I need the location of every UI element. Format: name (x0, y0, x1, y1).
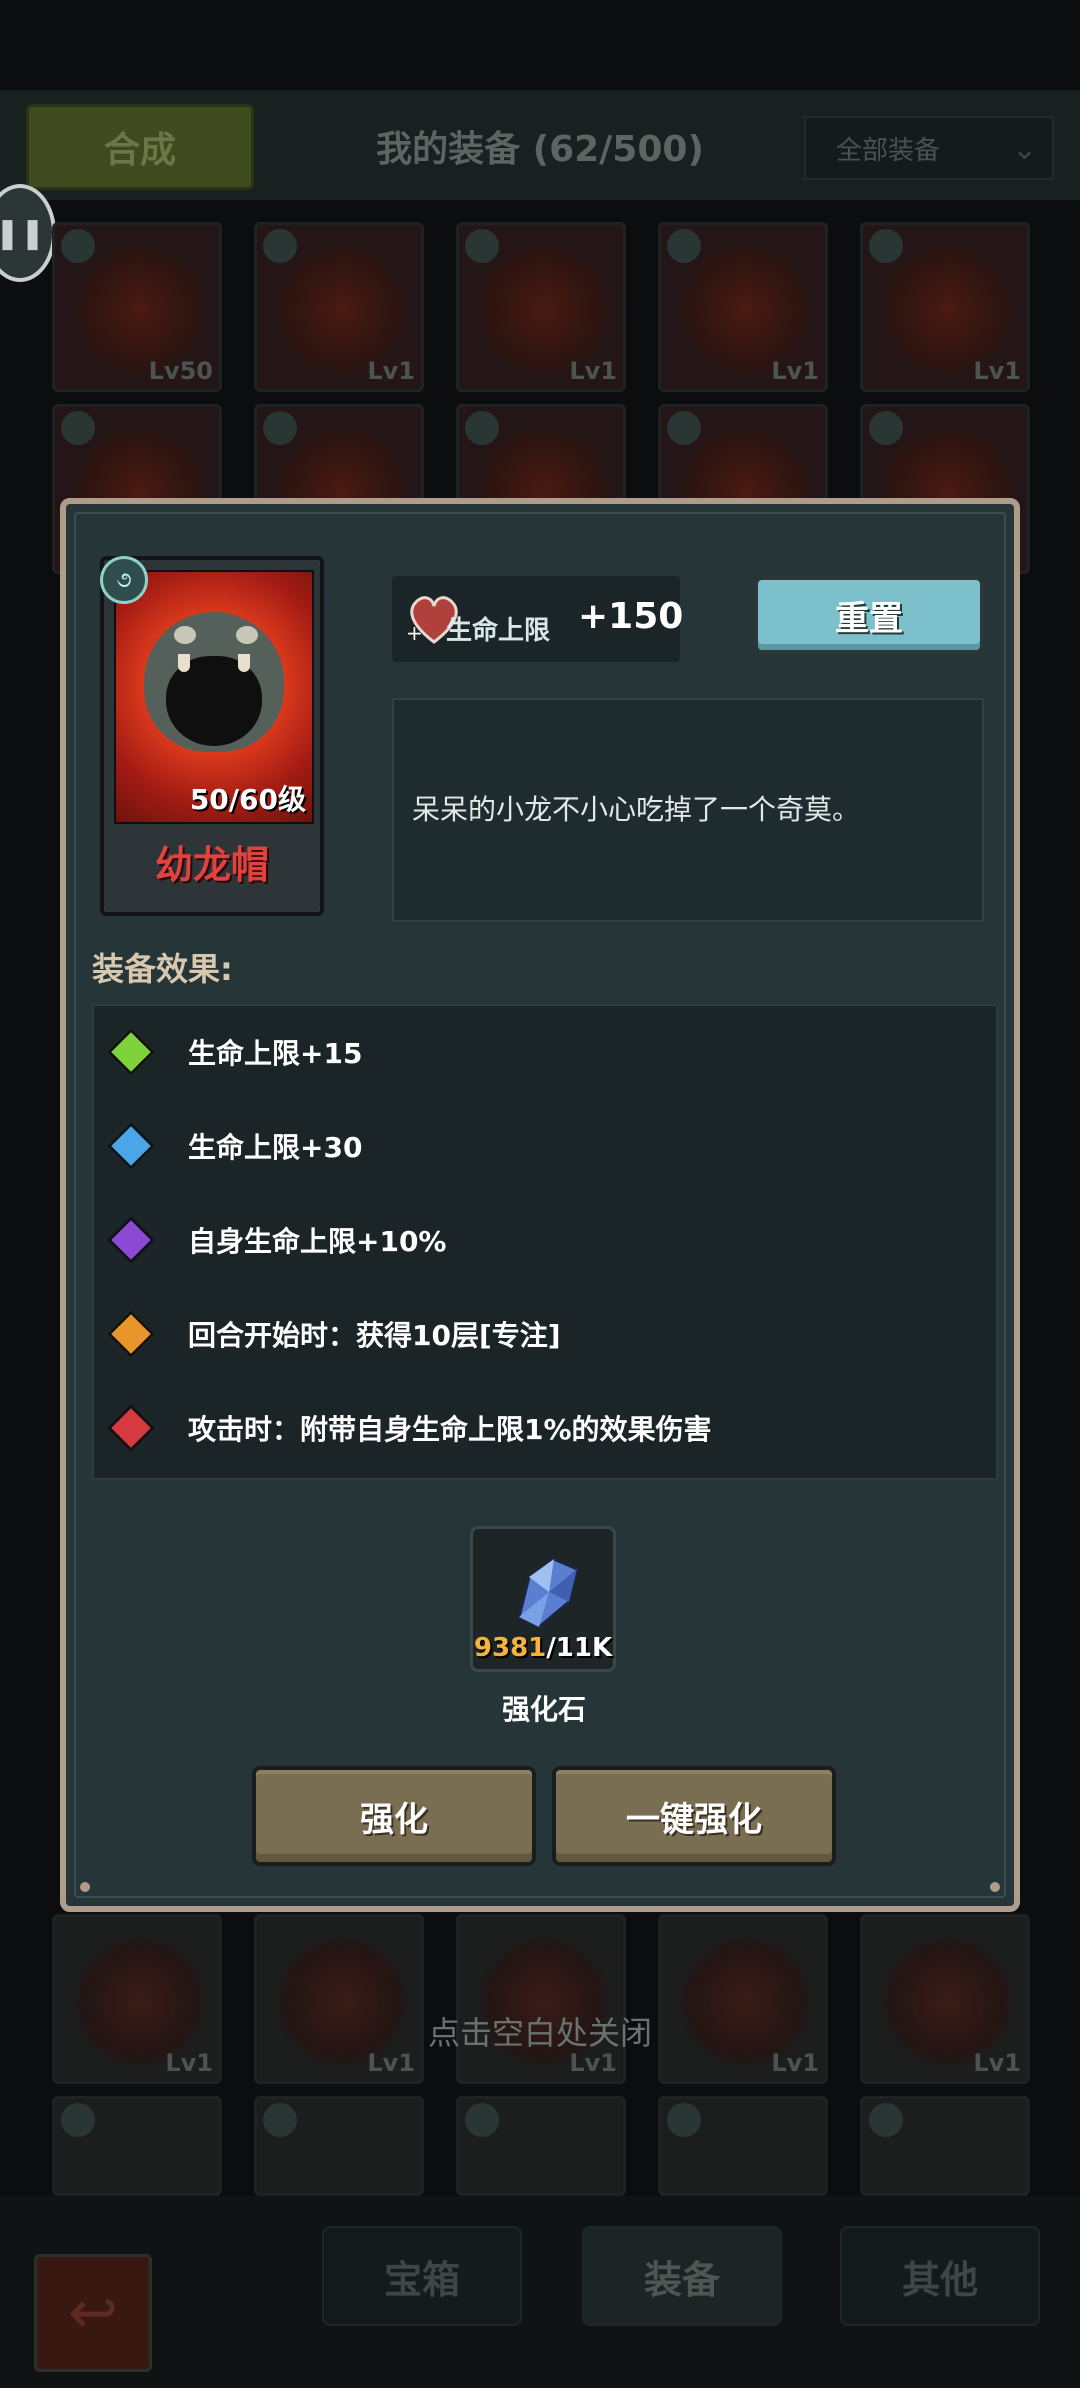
effect-row: 自身生命上限+10% (106, 1210, 447, 1270)
description-box: 呆呆的小龙不小心吃掉了一个奇莫。 (392, 698, 984, 922)
auto-enhance-button[interactable]: 一键强化 (552, 1766, 836, 1866)
item-description: 呆呆的小龙不小心吃掉了一个奇莫。 (412, 793, 861, 826)
chevron-down-icon: ⌄ (1012, 132, 1038, 167)
effect-row: 攻击时：附带自身生命上限1%的效果伤害 (106, 1398, 712, 1458)
tab-chest[interactable]: 宝箱 (322, 2226, 522, 2326)
equipment-slot[interactable]: Lv50 (52, 222, 222, 392)
equipment-slot[interactable]: Lv1 (456, 222, 626, 392)
equipment-slot[interactable]: Lv1 (860, 1914, 1030, 2084)
equipment-slot[interactable]: Lv1 (456, 1914, 626, 2084)
equipment-slot[interactable]: Lv1 (52, 1914, 222, 2084)
effect-text: 生命上限+15 (188, 1037, 363, 1070)
stat-label: 生命上限 (446, 616, 551, 646)
equipment-slot[interactable]: Lv1 (254, 222, 424, 392)
stone-current: 9381 (473, 1633, 547, 1663)
equipment-detail-modal: ૭ 50/60级 幼龙帽 + 生命上限 +150 重置 呆呆的小龙不小心吃掉了一… (60, 498, 1020, 1912)
item-level: 50/60级 (189, 783, 306, 816)
crystal-icon (517, 1557, 579, 1629)
equipment-slot[interactable]: Lv1 (254, 1914, 424, 2084)
set-icon (667, 229, 701, 263)
dragon-hat-icon (144, 612, 284, 752)
set-icon (667, 411, 701, 445)
slot-level: Lv1 (367, 357, 415, 385)
effect-text: 攻击时：附带自身生命上限1%的效果伤害 (188, 1413, 712, 1446)
equipment-slot[interactable] (860, 2096, 1030, 2196)
effect-row: 生命上限+30 (106, 1116, 363, 1176)
enhancement-stone-tile[interactable]: 9381/11K (470, 1526, 616, 1672)
equipment-slot[interactable] (456, 2096, 626, 2196)
svg-text:+: + (406, 621, 423, 645)
effect-row: 回合开始时：获得10层[专注] (106, 1304, 561, 1364)
slot-level: Lv1 (973, 357, 1021, 385)
equipment-slot[interactable]: Lv1 (860, 222, 1030, 392)
tab-equipment[interactable]: 装备 (582, 2226, 782, 2326)
set-icon: ૭ (100, 556, 148, 604)
stone-count: 9381/11K (473, 1633, 613, 1663)
set-icon (465, 2103, 499, 2137)
effect-text: 生命上限+30 (188, 1131, 363, 1164)
filter-label: 全部装备 (836, 135, 941, 166)
set-icon (61, 229, 95, 263)
equipment-filter-select[interactable]: 全部装备 ⌄ (804, 116, 1054, 180)
set-icon (667, 2103, 701, 2137)
purple-gem-icon (106, 1215, 156, 1265)
effects-title: 装备效果: (92, 950, 233, 988)
corner-ornament (60, 498, 90, 528)
set-icon (263, 2103, 297, 2137)
set-icon (465, 411, 499, 445)
set-icon (869, 411, 903, 445)
blue-gem-icon (106, 1121, 156, 1171)
equipment-slot[interactable] (658, 2096, 828, 2196)
slot-level: Lv1 (569, 357, 617, 385)
enhance-button[interactable]: 强化 (252, 1766, 536, 1866)
item-name: 幼龙帽 (154, 843, 269, 887)
equipment-slot[interactable] (52, 2096, 222, 2196)
tab-other[interactable]: 其他 (840, 2226, 1040, 2326)
equipment-slot[interactable]: Lv1 (658, 1914, 828, 2084)
set-icon (61, 2103, 95, 2137)
set-icon (263, 229, 297, 263)
close-hint[interactable]: 点击空白处关闭 (0, 2008, 1080, 2054)
slot-level: Lv1 (771, 357, 819, 385)
green-gem-icon (106, 1027, 156, 1077)
set-icon (61, 411, 95, 445)
set-icon (869, 2103, 903, 2137)
item-card: ૭ 50/60级 幼龙帽 (100, 556, 324, 916)
slot-level: Lv50 (148, 357, 213, 385)
set-icon (869, 229, 903, 263)
stone-max: /11K (546, 1633, 613, 1663)
set-icon (263, 411, 297, 445)
set-icon (465, 229, 499, 263)
reset-button[interactable]: 重置 (754, 576, 984, 654)
effects-list: 生命上限+15 生命上限+30 自身生命上限+10% 回合开始时：获得10层[专… (92, 1004, 998, 1480)
effect-row: 生命上限+15 (106, 1022, 363, 1082)
corner-dot (80, 1882, 90, 1892)
corner-ornament (990, 498, 1020, 528)
back-arrow-icon[interactable]: ↩ (34, 2254, 152, 2372)
equipment-slot[interactable]: Lv1 (658, 222, 828, 392)
effect-text: 自身生命上限+10% (188, 1225, 447, 1258)
stone-name: 强化石 (501, 1693, 586, 1726)
stat-value: +150 (578, 596, 684, 637)
equipment-slot[interactable] (254, 2096, 424, 2196)
orange-gem-icon (106, 1309, 156, 1359)
main-stat: + 生命上限 +150 (392, 576, 684, 662)
effect-text: 回合开始时：获得10层[专注] (188, 1319, 561, 1352)
corner-dot (990, 1882, 1000, 1892)
red-gem-icon (106, 1403, 156, 1453)
